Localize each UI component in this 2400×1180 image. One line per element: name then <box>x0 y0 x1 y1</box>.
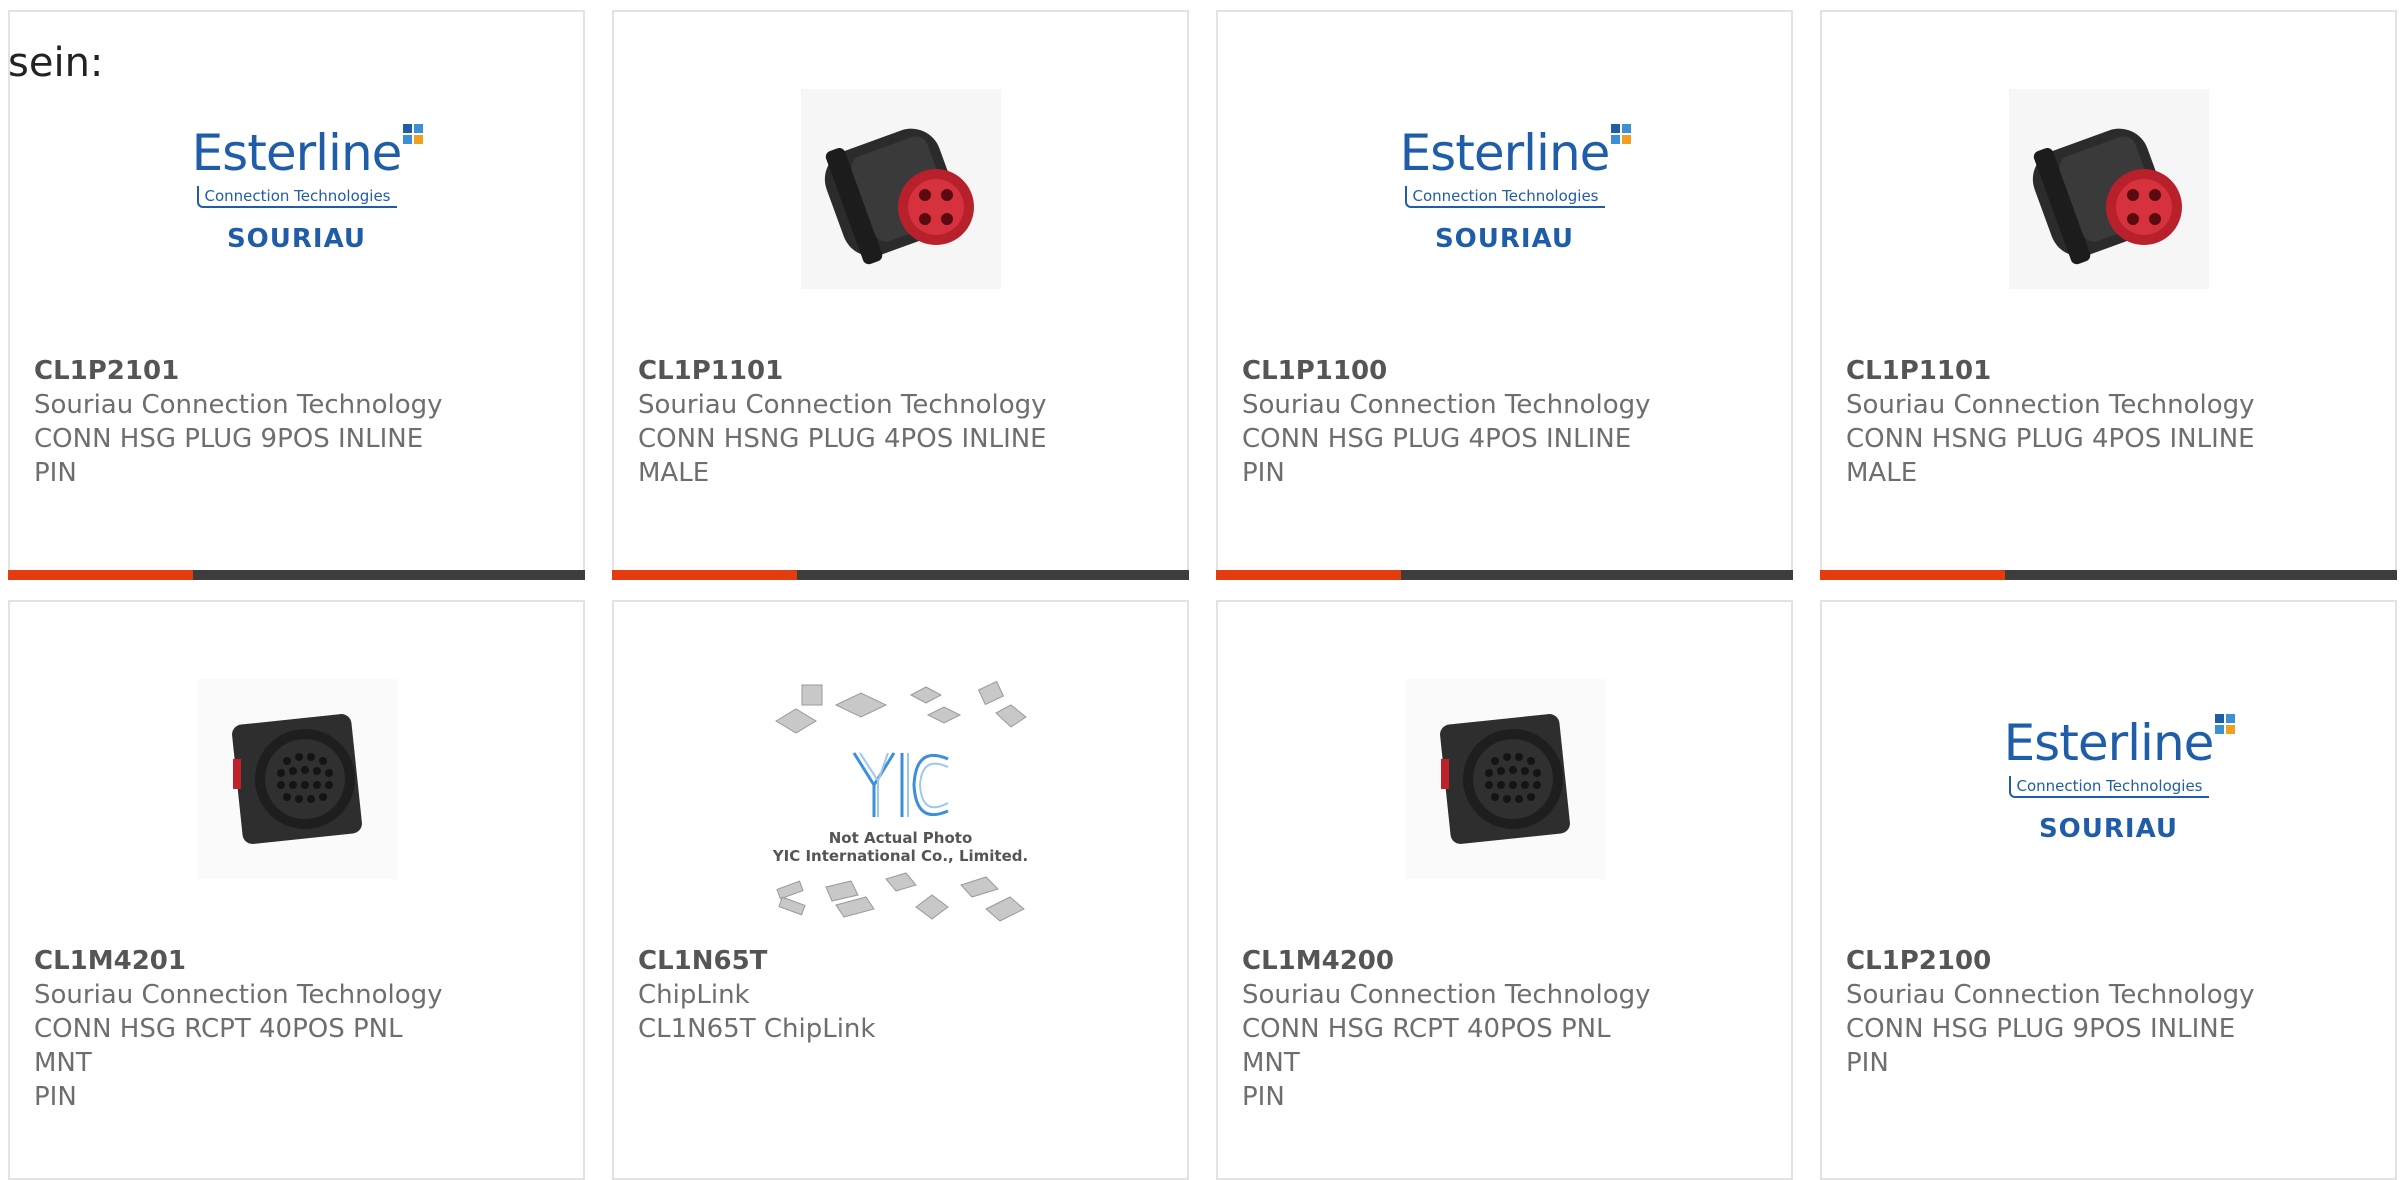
product-image[interactable] <box>786 74 1016 304</box>
product-info: CL1P1101 Souriau Connection Technology C… <box>638 354 1058 490</box>
product-card[interactable]: Esterline Connection Technologies SOURIA… <box>1216 10 1793 580</box>
manufacturer: ChipLink <box>638 980 750 1010</box>
placeholder-company: YIC International Co., Limited. <box>772 847 1029 865</box>
product-card[interactable]: CL1M4201 Souriau Connection Technology C… <box>8 600 585 1180</box>
description-cont: PIN <box>34 1082 77 1112</box>
product-image[interactable]: Not Actual Photo YIC International Co., … <box>761 680 1041 930</box>
description: CONN HSNG PLUG 4POS INLINE <box>638 424 1047 454</box>
description: CONN HSG PLUG 4POS INLINE <box>1242 424 1632 454</box>
description-cont: MALE <box>1846 458 1918 488</box>
product-info: CL1P2101 Souriau Connection Technology C… <box>34 354 454 490</box>
receptacle-connector-photo <box>1404 679 1605 879</box>
product-info: CL1M4200 Souriau Connection Technology C… <box>1242 944 1662 1114</box>
intro-text: sein: <box>8 40 104 86</box>
description: CONN HSG PLUG 9POS INLINE <box>34 424 424 454</box>
manufacturer: Souriau Connection Technology <box>1242 390 1651 420</box>
yic-placeholder-image: Not Actual Photo YIC International Co., … <box>766 680 1036 929</box>
description-cont: PIN <box>1242 458 1285 488</box>
description: CONN HSG PLUG 9POS INLINE <box>1846 1014 2236 1044</box>
manufacturer: Souriau Connection Technology <box>1846 980 2255 1010</box>
esterline-souriau-logo: Esterline Connection Technologies SOURIA… <box>2004 714 2236 844</box>
manufacturer: Souriau Connection Technology <box>1846 390 2255 420</box>
chip-icons-top <box>774 680 1027 734</box>
card-bottom-bar <box>1820 570 2397 580</box>
description: CONN HSNG PLUG 4POS INLINE <box>1846 424 2255 454</box>
part-number[interactable]: CL1P1101 <box>1846 354 2266 388</box>
product-card[interactable]: Esterline Connection Technologies SOURIA… <box>8 10 585 580</box>
product-info: CL1N65T ChipLink CL1N65T ChipLink <box>638 944 1058 1046</box>
description-cont: PIN <box>1242 1082 1285 1112</box>
plug-connector-photo <box>2008 89 2209 289</box>
part-number[interactable]: CL1P1101 <box>638 354 1058 388</box>
product-card[interactable]: Esterline Connection Technologies SOURIA… <box>1820 600 2397 1180</box>
description: CL1N65T ChipLink <box>638 1014 876 1044</box>
description: CONN HSG RCPT 40POS PNL MNT <box>34 1014 403 1078</box>
product-card[interactable]: CL1P1101 Souriau Connection Technology C… <box>1820 10 2397 580</box>
product-info: CL1P2100 Souriau Connection Technology C… <box>1846 944 2266 1080</box>
part-number[interactable]: CL1P2100 <box>1846 944 2266 978</box>
description-cont: PIN <box>34 458 77 488</box>
product-card[interactable]: CL1M4200 Souriau Connection Technology C… <box>1216 600 1793 1180</box>
part-number[interactable]: CL1P1100 <box>1242 354 1662 388</box>
product-info: CL1P1100 Souriau Connection Technology C… <box>1242 354 1662 490</box>
manufacturer: Souriau Connection Technology <box>1242 980 1651 1010</box>
placeholder-note: Not Actual Photo <box>828 829 973 847</box>
manufacturer: Souriau Connection Technology <box>638 390 1047 420</box>
product-card[interactable]: Not Actual Photo YIC International Co., … <box>612 600 1189 1180</box>
part-number[interactable]: CL1P2101 <box>34 354 454 388</box>
product-info: CL1M4201 Souriau Connection Technology C… <box>34 944 454 1114</box>
product-image[interactable] <box>1994 74 2224 304</box>
description: CONN HSG RCPT 40POS PNL MNT <box>1242 1014 1611 1078</box>
product-image[interactable] <box>182 664 412 894</box>
card-bottom-bar <box>8 570 585 580</box>
yic-logo-icon <box>852 752 949 817</box>
card-bottom-bar <box>1216 570 1793 580</box>
product-image[interactable]: Esterline Connection Technologies SOURIA… <box>1390 74 1632 304</box>
esterline-souriau-logo: Esterline Connection Technologies SOURIA… <box>192 124 424 254</box>
part-number[interactable]: CL1N65T <box>638 944 1058 978</box>
product-info: CL1P1101 Souriau Connection Technology C… <box>1846 354 2266 490</box>
esterline-souriau-logo: Esterline Connection Technologies SOURIA… <box>1400 124 1632 254</box>
part-number[interactable]: CL1M4200 <box>1242 944 1662 978</box>
product-image[interactable] <box>1390 664 1620 894</box>
description-cont: MALE <box>638 458 710 488</box>
description-cont: PIN <box>1846 1048 1889 1078</box>
manufacturer: Souriau Connection Technology <box>34 980 443 1010</box>
product-image[interactable]: Esterline Connection Technologies SOURIA… <box>1994 664 2236 894</box>
part-number[interactable]: CL1M4201 <box>34 944 454 978</box>
manufacturer: Souriau Connection Technology <box>34 390 443 420</box>
card-bottom-bar <box>612 570 1189 580</box>
chip-icons-bottom <box>775 872 1025 922</box>
product-image[interactable]: Esterline Connection Technologies SOURIA… <box>182 74 424 304</box>
plug-connector-photo <box>800 89 1001 289</box>
receptacle-connector-photo <box>196 679 397 879</box>
product-card[interactable]: CL1P1101 Souriau Connection Technology C… <box>612 10 1189 580</box>
